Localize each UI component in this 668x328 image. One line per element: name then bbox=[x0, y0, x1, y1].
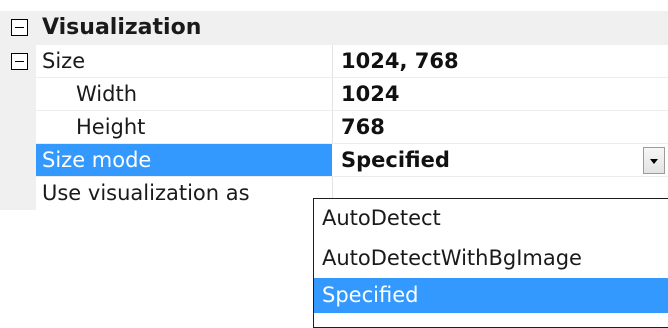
row-gutter bbox=[0, 111, 36, 144]
column-divider bbox=[332, 78, 333, 111]
row-gutter bbox=[0, 78, 36, 111]
property-value[interactable]: 768 bbox=[341, 111, 385, 144]
dropdown-option-autodetect[interactable]: AutoDetect bbox=[314, 201, 668, 236]
property-row-width[interactable]: Width 1024 bbox=[0, 78, 668, 111]
size-mode-dropdown-list[interactable]: AutoDetect AutoDetectWithBgImage Specifi… bbox=[313, 198, 668, 328]
row-gutter bbox=[0, 144, 36, 177]
property-row-size-mode[interactable]: Size mode Specified bbox=[0, 144, 668, 177]
property-row-height[interactable]: Height 768 bbox=[0, 111, 668, 144]
dropdown-button[interactable] bbox=[643, 147, 665, 174]
collapse-icon[interactable] bbox=[11, 19, 28, 36]
collapse-icon[interactable] bbox=[11, 53, 28, 70]
property-name: Height bbox=[76, 115, 146, 139]
category-row-visualization[interactable]: Visualization bbox=[0, 11, 668, 45]
property-name: Width bbox=[76, 82, 138, 106]
selected-row-highlight: Size mode bbox=[36, 144, 332, 177]
property-row-size[interactable]: Size 1024, 768 bbox=[0, 45, 668, 78]
property-value[interactable]: 1024, 768 bbox=[341, 45, 459, 78]
category-label: Visualization bbox=[42, 15, 202, 40]
property-grid: Visualization Size 1024, 768 Width 1024 … bbox=[0, 0, 668, 210]
chevron-down-icon bbox=[650, 159, 658, 164]
property-name: Size bbox=[42, 49, 86, 73]
dropdown-option-autodetectwithbgimage[interactable]: AutoDetectWithBgImage bbox=[314, 241, 668, 276]
column-divider bbox=[332, 45, 333, 78]
dropdown-option-specified[interactable]: Specified bbox=[314, 278, 668, 313]
row-gutter bbox=[0, 177, 36, 210]
size-mode-select-value[interactable]: Specified bbox=[341, 144, 450, 177]
property-value[interactable]: 1024 bbox=[341, 78, 399, 111]
column-divider bbox=[332, 111, 333, 144]
property-name: Use visualization as bbox=[42, 181, 250, 205]
property-name: Size mode bbox=[42, 148, 152, 172]
